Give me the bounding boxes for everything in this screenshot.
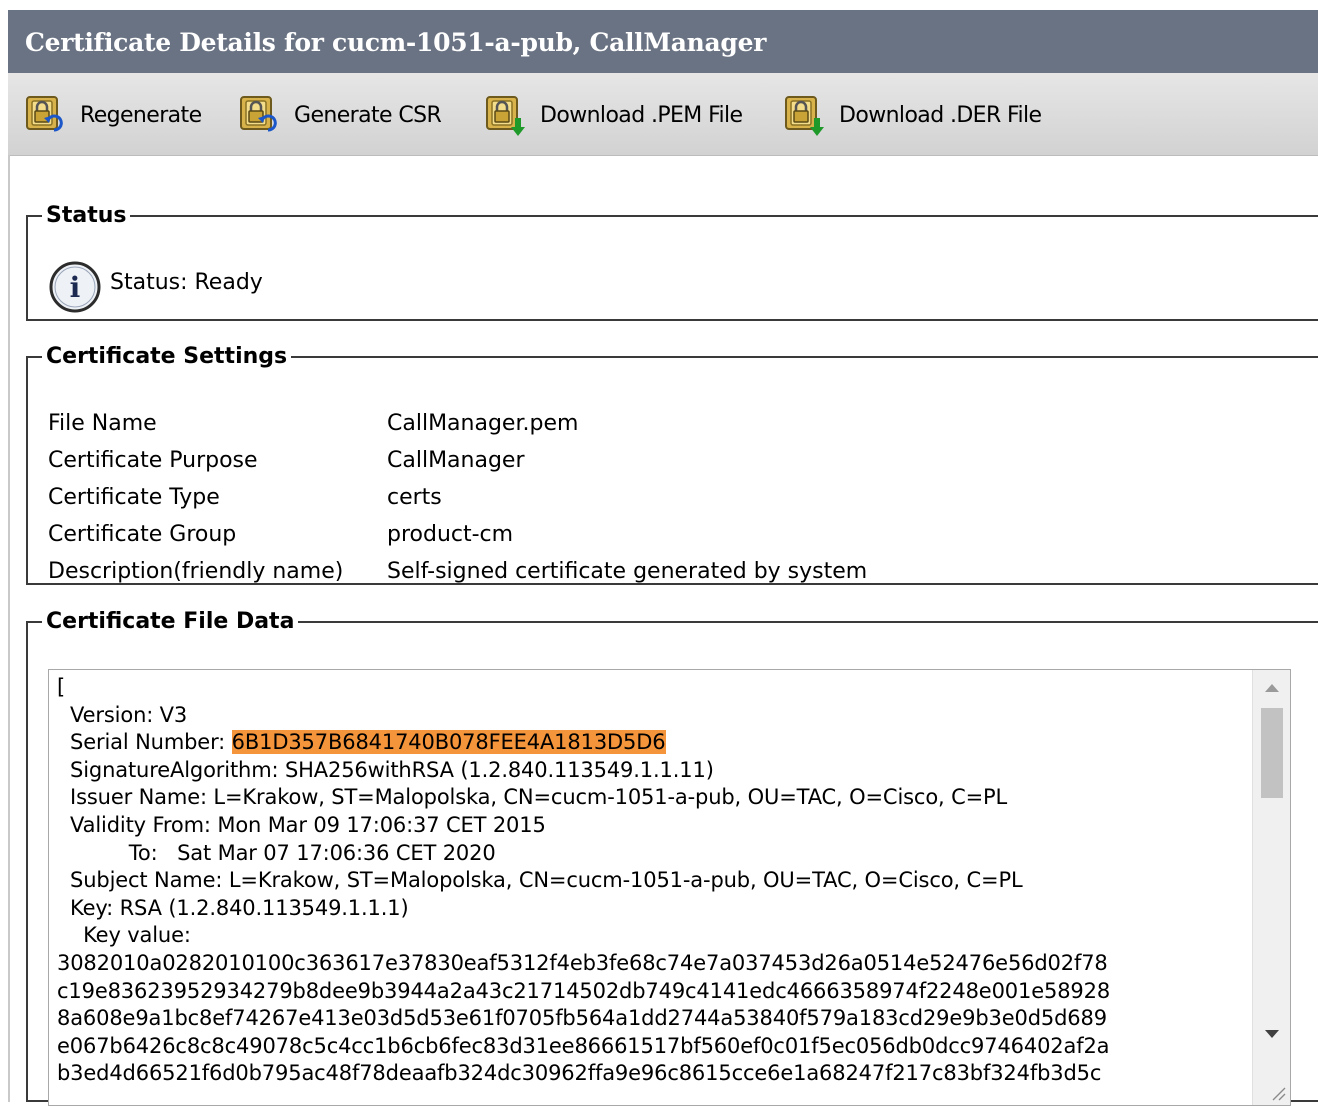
download-der-button[interactable]: Download .DER File [783,91,1042,139]
svg-text:i: i [70,271,81,304]
serial-number-line: Serial Number: 6B1D357B6841740B078FEE4A1… [57,729,1257,757]
serial-number-highlight[interactable]: 6B1D357B6841740B078FEE4A1813D5D6 [231,730,666,755]
status-section: Status i Status: Ready [26,203,1318,321]
cert-line: 8a608e9a1bc8ef74267e413e03d5d53e61f0705f… [57,1006,1107,1031]
cert-line: Version: V3 [57,702,188,727]
setting-value: certs [387,485,442,510]
setting-key: File Name [48,411,157,436]
chevron-down-icon [1264,1030,1279,1038]
status-text: Status: Ready [110,270,263,295]
download-pem-label: Download .PEM File [540,102,743,128]
lock-regenerate-icon [26,96,63,132]
table-row: Certificate Group product-cm [48,516,867,553]
cert-line: Validity From: Mon Mar 09 17:06:37 CET 2… [57,812,546,837]
window-titlebar: Certificate Details for cucm-1051-a-pub,… [8,10,1318,73]
lock-download-icon [785,96,824,136]
lock-download-icon [486,96,525,136]
window-left-edge [0,0,8,1102]
certificate-data-textarea[interactable]: [ Version: V3 Serial Number: 6B1D357B684… [48,669,1291,1106]
file-data-legend: Certificate File Data [46,609,295,634]
resize-grip-icon[interactable] [1270,1085,1286,1101]
page-title: Certificate Details for cucm-1051-a-pub,… [25,28,767,57]
setting-key: Certificate Type [48,485,220,510]
info-icon: i [49,261,101,313]
setting-value: CallManager [387,448,525,473]
settings-legend: Certificate Settings [46,344,288,369]
setting-key: Description(friendly name) [48,559,344,584]
content-left-rule [8,155,10,1102]
cert-line: c19e83623952934279b8dee9b3944a2a43c21714… [57,978,1111,1003]
toolbar: Regenerate Generate CSR Download .PEM Fi… [8,73,1318,156]
setting-value: Self-signed certificate generated by sys… [387,559,868,584]
setting-value: product-cm [387,522,514,547]
settings-table: File Name CallManager.pem Certificate Pu… [48,405,867,590]
scroll-up-button[interactable] [1253,670,1290,706]
scroll-down-button[interactable] [1253,1016,1290,1052]
cert-line: b3ed4d66521f6d0b795ac48f78deaafb324dc309… [57,1061,1102,1086]
cert-line: Key value: [57,923,191,948]
cert-line: e067b6426c8c8c49078c5c4cc1b6cb6fec83d31e… [57,1033,1110,1058]
download-pem-button[interactable]: Download .PEM File [484,91,743,139]
table-row: Certificate Type certs [48,479,867,516]
chevron-up-icon [1264,684,1279,692]
cert-line: To: Sat Mar 07 17:06:36 CET 2020 [57,840,496,865]
certificate-file-data-section: Certificate File Data [ Version: V3 Seri… [26,609,1318,1106]
cert-line: Key: RSA (1.2.840.113549.1.1.1) [57,895,409,920]
setting-key: Certificate Purpose [48,448,258,473]
cert-line: [ [57,675,66,699]
table-row: Certificate Purpose CallManager [48,442,867,479]
lock-regenerate-icon [240,96,277,132]
cert-line: 3082010a0282010100c363617e37830eaf5312f4… [57,950,1108,975]
generate-csr-button[interactable]: Generate CSR [238,91,442,139]
regenerate-button[interactable]: Regenerate [24,91,202,139]
table-row: File Name CallManager.pem [48,405,867,442]
serial-label: Serial Number: [57,730,232,755]
certificate-settings-section: Certificate Settings File Name CallManag… [26,344,1318,585]
cert-line: Issuer Name: L=Krakow, ST=Malopolska, CN… [57,785,1008,810]
download-der-label: Download .DER File [839,102,1042,128]
regenerate-label: Regenerate [80,102,202,128]
setting-key: Certificate Group [48,522,237,547]
status-legend: Status [46,203,127,228]
setting-value: CallManager.pem [387,411,579,436]
cert-line: SignatureAlgorithm: SHA256withRSA (1.2.8… [57,757,714,782]
table-row: Description(friendly name) Self-signed c… [48,553,867,590]
generate-csr-label: Generate CSR [294,102,442,128]
certificate-text[interactable]: [ Version: V3 Serial Number: 6B1D357B684… [57,674,1257,1088]
scrollbar-thumb[interactable] [1261,708,1283,798]
cert-line: Subject Name: L=Krakow, ST=Malopolska, C… [57,868,1023,893]
vertical-scrollbar[interactable] [1252,670,1290,1105]
